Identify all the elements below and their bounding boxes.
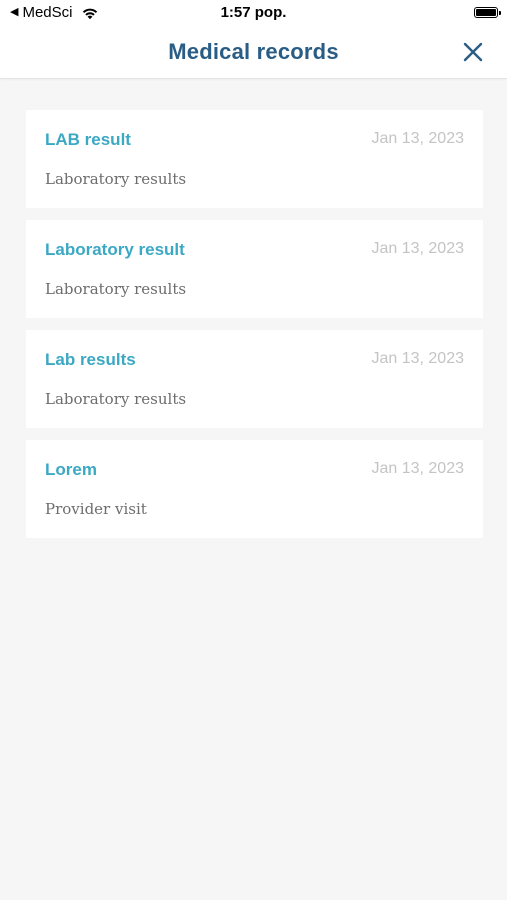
record-card[interactable]: Laboratory result Jan 13, 2023 Laborator… <box>26 220 483 318</box>
record-type: Laboratory results <box>45 170 187 188</box>
status-bar: ◀ MedSci 1:57 pop. <box>0 0 507 28</box>
status-time: 1:57 pop. <box>220 4 287 21</box>
record-card[interactable]: Lorem Jan 13, 2023 Provider visit <box>26 440 483 538</box>
record-type: Provider visit <box>45 500 147 518</box>
page-title: Medical records <box>168 39 339 64</box>
record-card[interactable]: LAB result Jan 13, 2023 Laboratory resul… <box>26 110 483 208</box>
record-date: Jan 13, 2023 <box>371 350 464 367</box>
battery-icon <box>474 7 501 18</box>
nav-bar: Medical records <box>0 28 507 79</box>
close-icon[interactable] <box>461 40 485 64</box>
record-date: Jan 13, 2023 <box>371 240 464 257</box>
record-title: LAB result <box>45 130 131 149</box>
records-list: LAB result Jan 13, 2023 Laboratory resul… <box>26 110 483 550</box>
record-title: Laboratory result <box>45 240 185 259</box>
record-card[interactable]: Lab results Jan 13, 2023 Laboratory resu… <box>26 330 483 428</box>
record-title: Lorem <box>45 460 97 479</box>
record-date: Jan 13, 2023 <box>371 130 464 147</box>
record-title: Lab results <box>45 350 136 369</box>
record-type: Laboratory results <box>45 280 187 298</box>
record-date: Jan 13, 2023 <box>371 460 464 477</box>
record-type: Laboratory results <box>45 390 187 408</box>
